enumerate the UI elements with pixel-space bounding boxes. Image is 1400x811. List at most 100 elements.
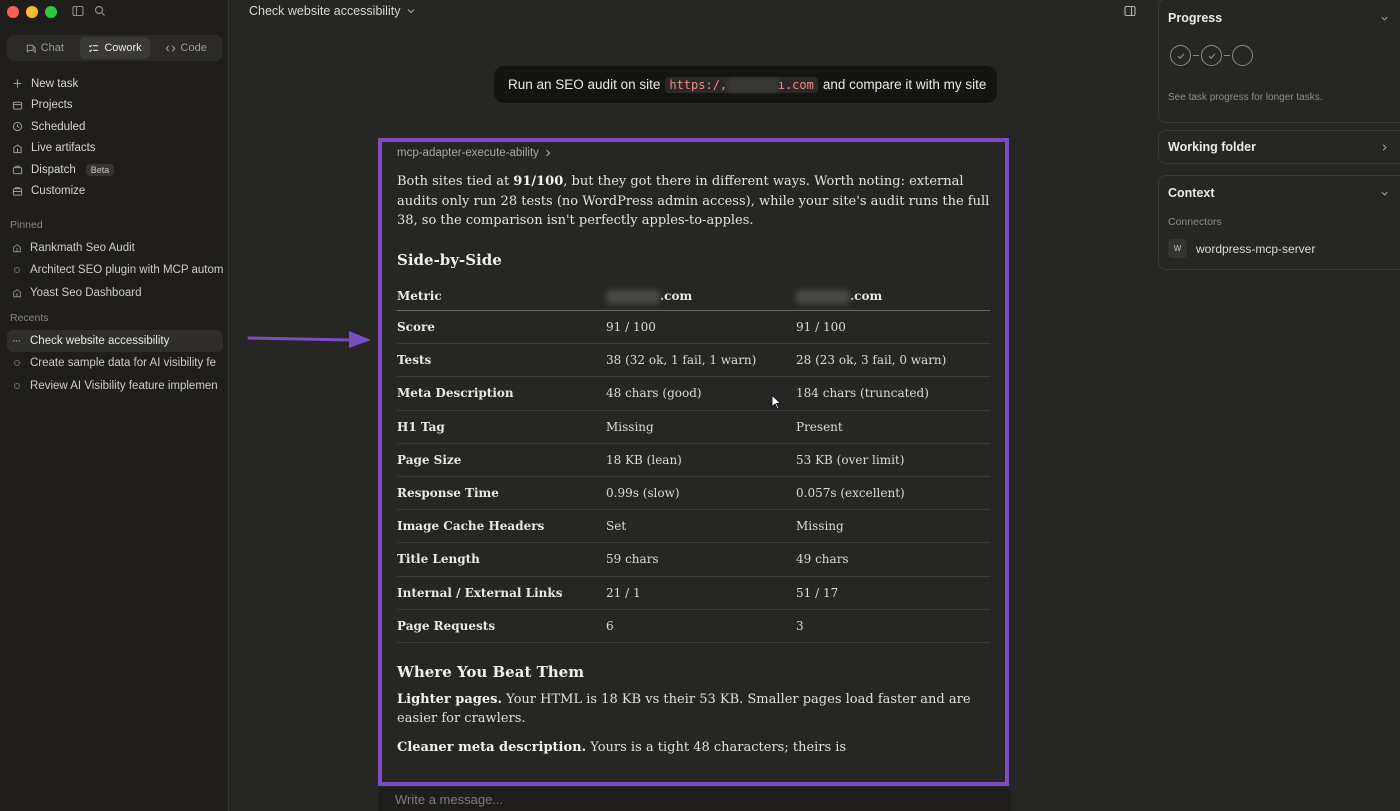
nav-live-artifacts-label: Live artifacts bbox=[31, 142, 96, 155]
redacted-domain bbox=[606, 289, 660, 304]
site-a-cell: 48 chars (good) bbox=[606, 376, 796, 411]
progress-header[interactable]: Progress bbox=[1159, 0, 1400, 35]
url-start: https:/, bbox=[669, 77, 728, 92]
pinned-item[interactable]: Architect SEO plugin with MCP autom bbox=[7, 259, 223, 281]
mode-cowork-button[interactable]: Cowork bbox=[79, 37, 151, 59]
message-composer bbox=[378, 787, 1011, 811]
nav-live-artifacts[interactable]: Live artifacts bbox=[7, 138, 223, 160]
site-b-cell: 53 KB (over limit) bbox=[796, 443, 990, 477]
recent-item-active[interactable]: ··· Check website accessibility bbox=[7, 330, 223, 353]
metric-cell: H1 Tag bbox=[397, 410, 606, 444]
mode-code-button[interactable]: Code bbox=[150, 37, 221, 59]
nav-scheduled-label: Scheduled bbox=[31, 120, 86, 133]
chevron-down-icon bbox=[1381, 191, 1388, 196]
mouse-pointer-icon bbox=[771, 394, 781, 410]
progress-steps bbox=[1170, 45, 1400, 66]
table-row: Tests 38 (32 ok, 1 fail, 1 warn) 28 (23 ok… bbox=[397, 343, 990, 378]
site-a-cell: 6 bbox=[606, 609, 796, 643]
cowork-icon bbox=[89, 44, 99, 52]
recent-item-label: Review AI Visibility feature implemen bbox=[30, 379, 218, 392]
search-icon[interactable] bbox=[94, 5, 106, 17]
task-dot-icon bbox=[14, 267, 20, 274]
recent-item[interactable]: Create sample data for AI visibility fe bbox=[7, 352, 223, 374]
nav-scheduled[interactable]: Scheduled bbox=[7, 116, 223, 138]
site-a-cell: 59 chars bbox=[606, 542, 796, 577]
task-dot-icon bbox=[14, 382, 20, 389]
beta-badge: Beta bbox=[85, 163, 115, 176]
connector-item[interactable]: W wordpress-mcp-server bbox=[1168, 239, 1400, 258]
project-icon bbox=[13, 244, 21, 253]
intro-start: Both sites tied at bbox=[397, 174, 514, 189]
customize-icon bbox=[12, 186, 23, 196]
nav-customize-label: Customize bbox=[31, 185, 86, 198]
conversation-title-dropdown[interactable]: Check website accessibility bbox=[249, 4, 416, 18]
user-message-bubble: Run an SEO audit on site https:/,xxxxxxx… bbox=[494, 66, 997, 103]
pinned-item[interactable]: Yoast Seo Dashboard bbox=[7, 282, 223, 304]
plus-icon bbox=[13, 79, 22, 88]
step-connector bbox=[1193, 55, 1199, 56]
context-title: Context bbox=[1168, 186, 1215, 200]
table-row: Image Cache Headers Set Missing bbox=[397, 509, 990, 544]
pinned-item-label: Architect SEO plugin with MCP autom bbox=[30, 264, 223, 277]
site-a-cell: 38 (32 ok, 1 fail, 1 warn) bbox=[606, 343, 796, 378]
close-window-button[interactable] bbox=[7, 6, 19, 18]
right-panel-toggle-icon[interactable] bbox=[1124, 5, 1136, 17]
working-folder-card[interactable]: Working folder bbox=[1158, 130, 1400, 164]
recents-label: Recents bbox=[10, 312, 49, 324]
minimize-window-button[interactable] bbox=[26, 6, 38, 18]
metric-cell: Meta Description bbox=[397, 376, 606, 411]
table-row: Meta Description 48 chars (good) 184 chars… bbox=[397, 376, 990, 411]
comparison-table: Metric .com .com Score 91 / 100 91 / 100 T… bbox=[397, 282, 990, 643]
nav-new-task[interactable]: New task bbox=[7, 73, 223, 95]
metric-cell: Page Requests bbox=[397, 609, 606, 643]
pinned-item[interactable]: Rankmath Seo Audit bbox=[7, 237, 223, 259]
site-a-cell: 18 KB (lean) bbox=[606, 443, 796, 477]
working-folder-header[interactable]: Working folder bbox=[1159, 131, 1400, 163]
table-row: Score 91 / 100 91 / 100 bbox=[397, 310, 990, 345]
nav-projects[interactable]: Projects bbox=[7, 95, 223, 117]
chat-icon bbox=[26, 44, 36, 53]
table-row: Response Time 0.99s (slow) 0.057s (excelle… bbox=[397, 476, 990, 511]
context-header[interactable]: Context bbox=[1159, 176, 1400, 210]
nav-dispatch[interactable]: Dispatch Beta bbox=[7, 159, 223, 181]
response-intro: Both sites tied at 91/100, but they got … bbox=[397, 172, 993, 231]
step-complete-icon bbox=[1201, 45, 1222, 66]
table-row: Page Size 18 KB (lean) 53 KB (over limit) bbox=[397, 443, 990, 477]
live-artifacts-icon bbox=[13, 143, 22, 153]
header-site-b: .com bbox=[796, 282, 990, 311]
primary-nav: New task Projects Scheduled Live artifac… bbox=[7, 73, 223, 202]
recents-section: Recents ··· Check website accessibility … bbox=[7, 312, 223, 397]
site-b-cell: Present bbox=[796, 410, 990, 444]
pinned-item-label: Rankmath Seo Audit bbox=[30, 242, 135, 255]
nav-customize[interactable]: Customize bbox=[7, 181, 223, 203]
site-a-cell: 91 / 100 bbox=[606, 310, 796, 345]
progress-note: See task progress for longer tasks. bbox=[1168, 92, 1323, 103]
site-b-cell: 28 (23 ok, 3 fail, 0 warn) bbox=[796, 343, 990, 378]
zoom-window-button[interactable] bbox=[45, 6, 57, 18]
recent-item[interactable]: Review AI Visibility feature implemen bbox=[7, 375, 223, 397]
url-tail: ı.com bbox=[777, 77, 814, 92]
task-dot-icon bbox=[14, 360, 20, 367]
assistant-response: mcp-adapter-execute-ability Both sites t… bbox=[397, 146, 993, 757]
step-complete-icon bbox=[1170, 45, 1191, 66]
chevron-down-icon bbox=[408, 9, 415, 14]
site-b-cell: 3 bbox=[796, 609, 990, 643]
tool-call-disclosure[interactable]: mcp-adapter-execute-ability bbox=[397, 146, 993, 160]
metric-cell: Title Length bbox=[397, 542, 606, 577]
recent-item-label: Check website accessibility bbox=[30, 335, 170, 348]
intro-score: 91/100 bbox=[513, 174, 564, 189]
site-a-cell: Missing bbox=[606, 410, 796, 444]
mode-code-label: Code bbox=[180, 42, 207, 54]
mode-switcher: Chat Cowork Code bbox=[7, 35, 223, 61]
header-metric: Metric bbox=[397, 282, 606, 311]
sidebar-toggle-icon[interactable] bbox=[72, 5, 84, 17]
site-a-cell: Set bbox=[606, 509, 796, 544]
annotation-arrow bbox=[247, 331, 371, 348]
message-input[interactable] bbox=[378, 787, 1011, 811]
code-icon bbox=[165, 44, 175, 52]
mode-chat-button[interactable]: Chat bbox=[9, 37, 80, 59]
assistant-response-highlight: mcp-adapter-execute-ability Both sites t… bbox=[378, 138, 1009, 786]
recent-item-label: Create sample data for AI visibility fe bbox=[30, 357, 216, 370]
lighter-pages-paragraph: Lighter pages. Your HTML is 18 KB vs the… bbox=[397, 690, 993, 729]
redacted-domain bbox=[796, 289, 850, 304]
